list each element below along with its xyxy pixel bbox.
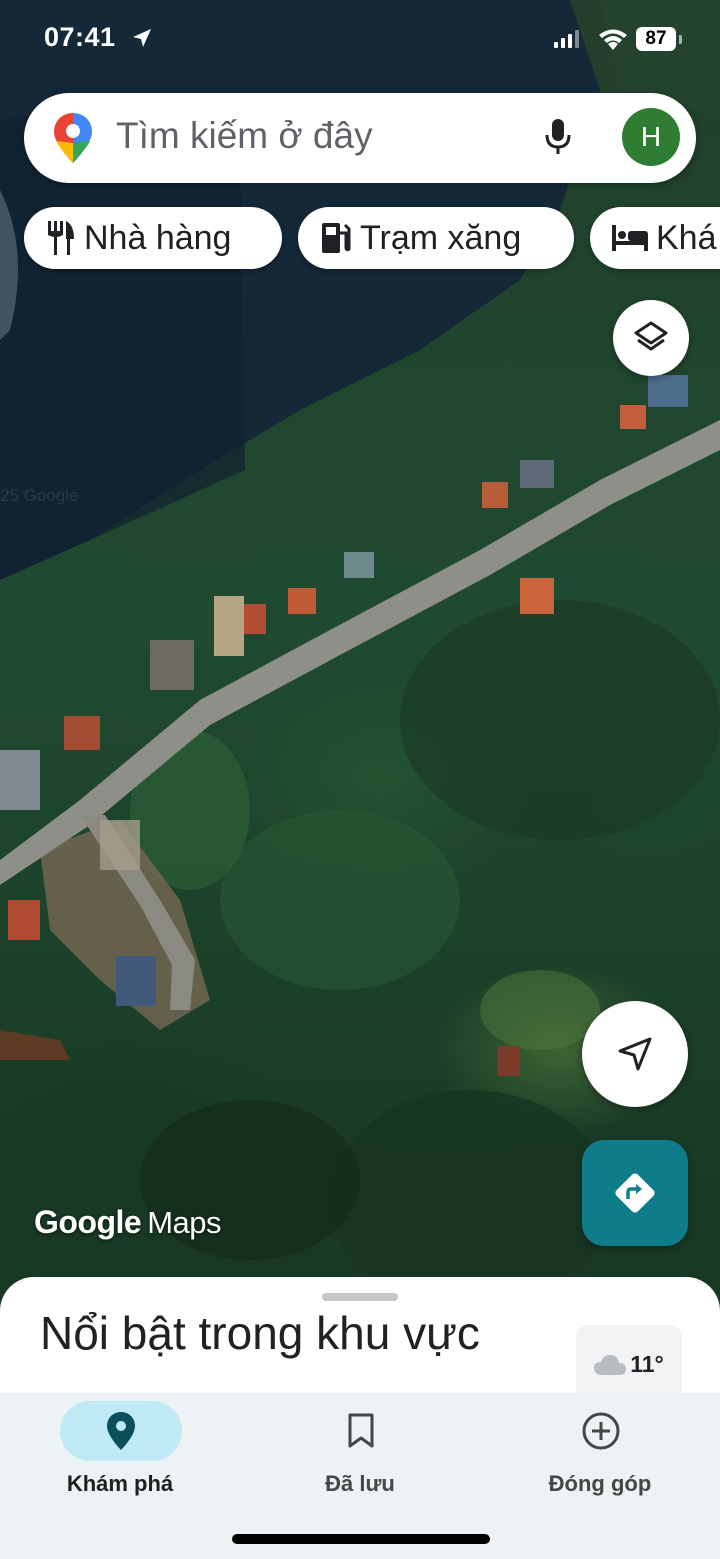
battery-tip xyxy=(679,35,682,44)
directions-icon xyxy=(615,1173,655,1213)
nav-explore-label: Khám phá xyxy=(66,1471,174,1496)
nav-saved-pill xyxy=(300,1401,422,1461)
weather-temperature: 11° xyxy=(630,1350,664,1377)
account-avatar[interactable]: H xyxy=(622,108,680,166)
chip-label: Khá xyxy=(656,218,717,257)
cellular-signal-icon xyxy=(554,30,579,48)
layers-icon xyxy=(634,321,668,351)
status-bar: 07:41 87 xyxy=(0,0,720,80)
google-maps-logo: Google Maps xyxy=(34,1204,222,1240)
bookmark-icon xyxy=(348,1413,374,1448)
chip-label: Trạm xăng xyxy=(360,218,522,257)
chip-gas-stations[interactable]: Trạm xăng xyxy=(298,207,574,269)
cloud-icon xyxy=(594,1355,627,1375)
directions-button[interactable] xyxy=(582,1140,688,1246)
microphone-icon[interactable] xyxy=(542,117,574,157)
wifi-icon xyxy=(599,29,627,50)
nav-saved-label: Đã lưu xyxy=(325,1471,395,1496)
gas-station-icon xyxy=(322,223,351,253)
search-input[interactable]: Tìm kiếm ở đây xyxy=(116,115,373,157)
chip-restaurants[interactable]: Nhà hàng xyxy=(24,207,282,269)
layers-button[interactable] xyxy=(613,300,689,376)
chip-label: Nhà hàng xyxy=(84,218,232,257)
chip-hotels[interactable]: Khá xyxy=(590,207,720,269)
my-location-button[interactable] xyxy=(582,1001,688,1107)
hotel-icon xyxy=(612,225,648,251)
navigation-arrow-icon xyxy=(618,1037,652,1071)
sheet-drag-handle[interactable] xyxy=(322,1293,398,1301)
restaurant-icon xyxy=(48,221,74,255)
battery-indicator: 87 xyxy=(636,27,676,51)
location-arrow-icon xyxy=(133,29,151,47)
map-watermark: 25 Google xyxy=(0,486,79,505)
status-time: 07:41 xyxy=(44,22,116,52)
home-indicator[interactable] xyxy=(232,1534,490,1544)
add-circle-icon xyxy=(582,1412,620,1450)
nav-contribute-pill xyxy=(540,1401,662,1461)
sheet-title: Nổi bật trong khu vực xyxy=(40,1307,480,1359)
explore-pin-icon xyxy=(107,1412,135,1450)
nav-explore-pill xyxy=(60,1401,182,1461)
google-maps-pin-icon xyxy=(54,113,92,163)
nav-contribute-label: Đóng góp xyxy=(548,1471,652,1496)
weather-badge[interactable]: 11° xyxy=(576,1325,682,1403)
search-bar[interactable]: Tìm kiếm ở đây H xyxy=(24,93,696,183)
